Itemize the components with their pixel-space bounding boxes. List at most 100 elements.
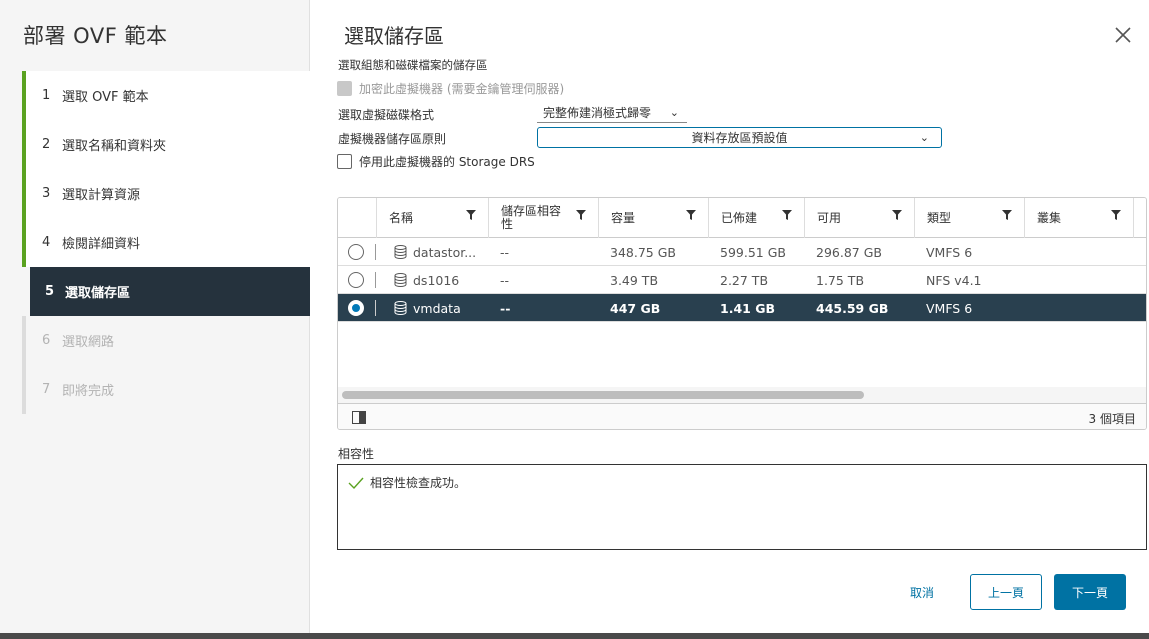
compat-cell: -- bbox=[500, 300, 511, 316]
datastore-name: ds1016 bbox=[413, 272, 460, 288]
column-header-free[interactable]: 可用 bbox=[804, 198, 914, 238]
filter-icon[interactable] bbox=[1002, 210, 1012, 220]
column-label: 類型 bbox=[927, 210, 952, 225]
step-number: 1 bbox=[42, 88, 51, 103]
filter-icon[interactable] bbox=[466, 210, 476, 220]
type-cell: VMFS 6 bbox=[926, 300, 973, 316]
close-icon[interactable] bbox=[1114, 26, 1132, 44]
step-review-details[interactable]: 4 檢閱詳細資料 bbox=[22, 218, 310, 267]
storage-policy-label: 虛擬機器儲存區原則 bbox=[338, 132, 447, 146]
window-bottom-edge bbox=[0, 633, 1149, 639]
disk-format-value: 完整佈建消極式歸零 bbox=[543, 106, 652, 120]
storage-policy-select[interactable]: 資料存放區預設值 ⌄ bbox=[537, 127, 942, 148]
step-select-ovf[interactable]: 1 選取 OVF 範本 bbox=[22, 71, 310, 120]
step-status-bar bbox=[22, 169, 26, 218]
step-number: 7 bbox=[42, 382, 51, 397]
compat-cell: -- bbox=[500, 272, 510, 288]
wizard-steps: 1 選取 OVF 範本 2 選取名稱和資料夾 3 選取計算資源 4 檢閱詳細資料… bbox=[22, 71, 310, 414]
check-icon bbox=[348, 477, 364, 489]
column-label: 容量 bbox=[611, 210, 636, 225]
column-header-cluster[interactable]: 叢集 bbox=[1024, 198, 1134, 238]
step-label: 選取儲存區 bbox=[65, 286, 131, 301]
column-header-type[interactable]: 類型 bbox=[914, 198, 1024, 238]
type-cell: VMFS 6 bbox=[926, 244, 973, 260]
step-number: 6 bbox=[42, 333, 51, 348]
column-header-name[interactable]: 名稱 bbox=[376, 198, 488, 238]
step-select-name-folder[interactable]: 2 選取名稱和資料夾 bbox=[22, 120, 310, 169]
step-status-bar bbox=[22, 316, 26, 365]
datastore-icon bbox=[394, 245, 407, 259]
step-label: 選取 OVF 範本 bbox=[62, 90, 149, 105]
row-radio[interactable] bbox=[348, 272, 364, 288]
column-label: 儲存區相容性 bbox=[501, 204, 562, 231]
row-radio-selected[interactable] bbox=[348, 300, 364, 316]
provisioned-cell: 599.51 GB bbox=[720, 244, 786, 260]
datastore-row[interactable]: ds1016 -- 3.49 TB 2.27 TB 1.75 TB NFS v4… bbox=[338, 266, 1146, 294]
wizard-sidebar: 部署 OVF 範本 1 選取 OVF 範本 2 選取名稱和資料夾 3 選取計算資… bbox=[0, 0, 310, 639]
column-label: 已佈建 bbox=[721, 210, 758, 225]
filter-icon[interactable] bbox=[686, 210, 696, 220]
column-header-capacity[interactable]: 容量 bbox=[598, 198, 708, 238]
compat-cell: -- bbox=[500, 244, 510, 260]
step-label: 檢閱詳細資料 bbox=[62, 237, 141, 252]
chevron-down-icon: ⌄ bbox=[669, 106, 679, 119]
provisioned-cell: 1.41 GB bbox=[720, 300, 775, 316]
compatibility-message: 相容性檢查成功。 bbox=[348, 474, 466, 491]
datastore-name: datastor... bbox=[413, 244, 477, 260]
column-header-provisioned[interactable]: 已佈建 bbox=[708, 198, 804, 238]
capacity-cell: 3.49 TB bbox=[610, 272, 659, 288]
compatibility-panel: 相容性檢查成功。 bbox=[337, 464, 1147, 550]
step-status-bar bbox=[22, 120, 26, 169]
filter-icon[interactable] bbox=[892, 210, 902, 220]
step-ready-to-complete: 7 即將完成 bbox=[22, 365, 310, 414]
column-header-compat[interactable]: 儲存區相容性 bbox=[488, 198, 598, 238]
datastore-name-cell: vmdata bbox=[382, 294, 461, 322]
capacity-cell: 348.75 GB bbox=[610, 244, 676, 260]
disable-drs-checkbox[interactable] bbox=[337, 154, 352, 169]
cluster-cell bbox=[1024, 238, 1036, 266]
step-status-bar bbox=[22, 71, 26, 120]
provisioned-cell: 2.27 TB bbox=[720, 272, 769, 288]
filter-icon[interactable] bbox=[1111, 210, 1121, 220]
step-number: 3 bbox=[42, 186, 51, 201]
scrollbar-thumb[interactable] bbox=[342, 391, 864, 399]
grid-header: 名稱 儲存區相容性 容量 已佈建 可用 類型 叢集 bbox=[338, 198, 1146, 238]
storage-subtitle: 選取組態和磁碟檔案的儲存區 bbox=[338, 58, 488, 72]
column-label: 可用 bbox=[817, 210, 842, 225]
datastore-icon bbox=[394, 301, 407, 315]
column-label: 名稱 bbox=[389, 210, 414, 225]
row-separator bbox=[375, 272, 376, 288]
item-count: 3 個項目 bbox=[1088, 412, 1136, 426]
grid-footer: 3 個項目 bbox=[338, 403, 1146, 429]
type-cell: NFS v4.1 bbox=[926, 272, 982, 288]
cluster-cell bbox=[1024, 294, 1036, 322]
next-button[interactable]: 下一頁 bbox=[1054, 574, 1126, 610]
back-button[interactable]: 上一頁 bbox=[970, 574, 1042, 610]
filter-icon[interactable] bbox=[782, 210, 792, 220]
datastore-name-cell: datastor... bbox=[382, 238, 476, 266]
step-select-storage[interactable]: 5 選取儲存區 bbox=[30, 267, 310, 316]
datastore-row[interactable]: datastor... -- 348.75 GB 599.51 GB 296.8… bbox=[338, 238, 1146, 266]
step-number: 4 bbox=[42, 235, 51, 250]
step-select-compute[interactable]: 3 選取計算資源 bbox=[22, 169, 310, 218]
step-status-bar bbox=[22, 218, 26, 267]
datastore-row-selected[interactable]: vmdata -- 447 GB 1.41 GB 445.59 GB VMFS … bbox=[338, 294, 1146, 322]
encrypt-vm-label: 加密此虛擬機器 (需要金鑰管理伺服器) bbox=[359, 82, 565, 96]
row-radio[interactable] bbox=[348, 244, 364, 260]
column-label: 叢集 bbox=[1037, 210, 1062, 225]
datastore-grid: 名稱 儲存區相容性 容量 已佈建 可用 類型 叢集 datastor... --… bbox=[337, 197, 1147, 430]
datastore-name-cell: ds1016 bbox=[382, 266, 459, 294]
column-toggle-icon[interactable] bbox=[352, 411, 366, 424]
step-label: 即將完成 bbox=[62, 384, 115, 399]
horizontal-scrollbar[interactable] bbox=[338, 387, 1146, 403]
wizard-content: 選取儲存區 選取組態和磁碟檔案的儲存區 加密此虛擬機器 (需要金鑰管理伺服器) … bbox=[310, 0, 1149, 639]
disable-drs-checkbox-row[interactable]: 停用此虛擬機器的 Storage DRS bbox=[337, 153, 535, 170]
row-separator bbox=[375, 300, 376, 316]
free-cell: 1.75 TB bbox=[816, 272, 865, 288]
filter-icon[interactable] bbox=[576, 210, 586, 220]
storage-policy-value: 資料存放區預設值 bbox=[691, 131, 788, 145]
step-label: 選取計算資源 bbox=[62, 188, 141, 203]
cluster-cell bbox=[1024, 266, 1036, 294]
cancel-button[interactable]: 取消 bbox=[894, 575, 950, 610]
disk-format-select[interactable]: 完整佈建消極式歸零 ⌄ bbox=[537, 103, 687, 123]
